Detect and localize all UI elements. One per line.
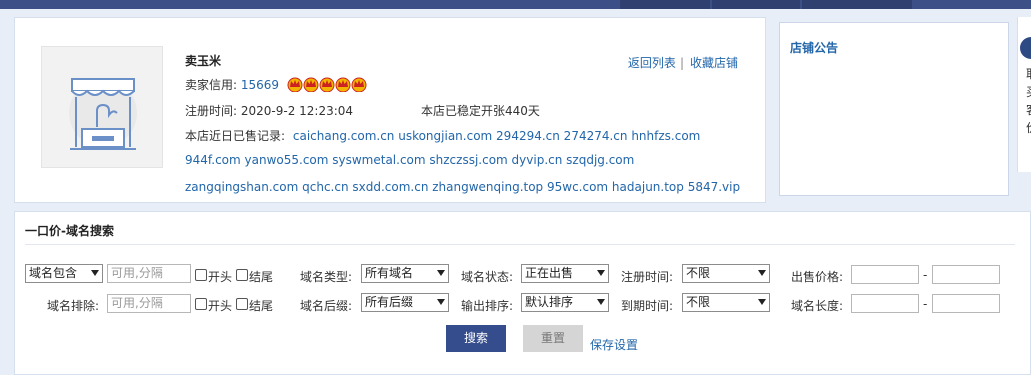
seller-name: 卖玉米 (185, 54, 222, 68)
sold-records-label: 本店近日已售记录: (185, 129, 286, 143)
exclude-start-checkbox[interactable] (195, 298, 207, 310)
contains-start-label: 开头 (208, 270, 233, 284)
search-button[interactable]: 搜索 (446, 325, 506, 352)
credit-crowns (287, 76, 367, 92)
type-select[interactable]: 所有域名 (361, 264, 449, 283)
contains-end-checkbox[interactable] (236, 269, 248, 281)
sold-records-line-3[interactable]: zangqingshan.com qchc.cn sxdd.com.cn zha… (185, 180, 740, 194)
reset-button[interactable]: 重置 (523, 325, 583, 352)
sold-records-line-3-row: zangqingshan.com qchc.cn sxdd.com.cn zha… (185, 180, 740, 194)
chevron-down-icon (437, 270, 445, 276)
contains-mode-select[interactable]: 域名包含 (25, 264, 103, 283)
shop-icon (69, 78, 137, 150)
top-bar-segment (802, 0, 912, 9)
side-panel-edge: 取 买 客 价 (1017, 17, 1031, 172)
price-label: 出售价格: (791, 270, 844, 284)
expire-select-value: 不限 (686, 295, 711, 309)
sold-records-row: 本店近日已售记录: caichang.com.cn uskongjian.com… (185, 127, 700, 144)
service-avatar-icon[interactable] (1020, 37, 1031, 59)
regtime-select-value: 不限 (686, 266, 711, 280)
length-dash: - (923, 297, 928, 311)
regtime-label: 注册时间: (621, 270, 674, 284)
top-bar (0, 0, 1031, 9)
crown-icon (319, 77, 335, 92)
sold-records-line-2-row: 944f.com yanwo55.com syswmetal.com shzcz… (185, 153, 634, 167)
contains-start-checkbox[interactable] (195, 269, 207, 281)
exclude-end-checkbox[interactable] (236, 298, 248, 310)
contains-input[interactable]: 可用,分隔 (107, 264, 191, 283)
chevron-down-icon (597, 299, 605, 305)
register-row: 注册时间: 2020-9-2 12:23:04 (185, 102, 353, 119)
credit-value-link[interactable]: 15669 (241, 78, 279, 92)
favorite-shop-link[interactable]: 收藏店铺 (690, 56, 738, 70)
sort-select[interactable]: 默认排序 (521, 293, 609, 312)
expire-label: 到期时间: (621, 299, 674, 313)
exclude-label: 域名排除: (47, 299, 100, 313)
register-time: 2020-9-2 12:23:04 (240, 104, 354, 118)
regtime-select[interactable]: 不限 (682, 264, 770, 283)
suffix-label: 域名后缀: (300, 299, 353, 313)
chevron-down-icon (437, 299, 445, 305)
sold-records-line-2[interactable]: 944f.com yanwo55.com syswmetal.com shzcz… (185, 153, 634, 167)
chevron-down-icon (597, 270, 605, 276)
chevron-down-icon (91, 270, 99, 276)
exclude-end-label: 结尾 (249, 299, 274, 313)
shop-logo (41, 46, 163, 168)
status-select[interactable]: 正在出售 (521, 264, 609, 283)
shop-notice-title: 店铺公告 (790, 41, 839, 55)
exclude-start-label: 开头 (208, 299, 233, 313)
price-max-input[interactable] (932, 265, 1000, 284)
search-panel-title: 一口价-域名搜索 (25, 224, 114, 238)
side-panel-glyph: 买 (1026, 83, 1031, 100)
crown-icon (335, 77, 351, 92)
suffix-select-value: 所有后缀 (365, 295, 414, 309)
length-max-input[interactable] (932, 294, 1000, 313)
sort-label: 输出排序: (461, 299, 514, 313)
crown-icon (303, 77, 319, 92)
suffix-select[interactable]: 所有后缀 (361, 293, 449, 312)
domain-search-panel: 一口价-域名搜索 域名包含 可用,分隔 开头 结尾 域名类型: 所有域名 域名状… (14, 211, 1031, 375)
length-min-input[interactable] (851, 294, 919, 313)
price-dash: - (923, 268, 928, 282)
status-select-value: 正在出售 (525, 266, 574, 280)
expire-select[interactable]: 不限 (682, 293, 770, 312)
save-settings-link[interactable]: 保存设置 (590, 336, 638, 353)
side-panel-glyph: 取 (1026, 65, 1031, 82)
status-label: 域名状态: (461, 270, 514, 284)
sold-records-line-1[interactable]: caichang.com.cn uskongjian.com 294294.cn… (293, 129, 700, 143)
credit-row: 卖家信用: 15669 (185, 76, 367, 93)
top-bar-segment (712, 0, 800, 9)
exclude-input[interactable]: 可用,分隔 (107, 294, 191, 313)
type-select-value: 所有域名 (365, 266, 414, 280)
credit-label: 卖家信用: (185, 78, 238, 92)
register-label: 注册时间: (185, 104, 238, 118)
contains-end-label: 结尾 (249, 270, 274, 284)
price-min-input[interactable] (851, 265, 919, 284)
shop-notice-card: 店铺公告 (779, 22, 1009, 196)
length-label: 域名长度: (791, 299, 844, 313)
type-label: 域名类型: (300, 270, 353, 284)
top-bar-segment (620, 0, 710, 9)
shop-actions: 返回列表 | 收藏店铺 (628, 54, 738, 71)
side-panel-glyph: 价 (1026, 119, 1031, 136)
chevron-down-icon (758, 299, 766, 305)
actions-separator: | (679, 56, 684, 70)
back-to-list-link[interactable]: 返回列表 (628, 56, 676, 70)
contains-mode-value: 域名包含 (29, 266, 78, 280)
crown-icon (287, 77, 303, 92)
shop-info-card: 卖玉米 返回列表 | 收藏店铺 卖家信用: 15669 注册时间: 2020-9-2… (14, 17, 766, 203)
crown-icon (351, 77, 367, 92)
shop-since-text: 本店已稳定开张440天 (421, 104, 540, 118)
chevron-down-icon (758, 270, 766, 276)
sort-select-value: 默认排序 (525, 295, 574, 309)
side-panel-glyph: 客 (1026, 101, 1031, 118)
search-panel-divider (25, 244, 1015, 245)
